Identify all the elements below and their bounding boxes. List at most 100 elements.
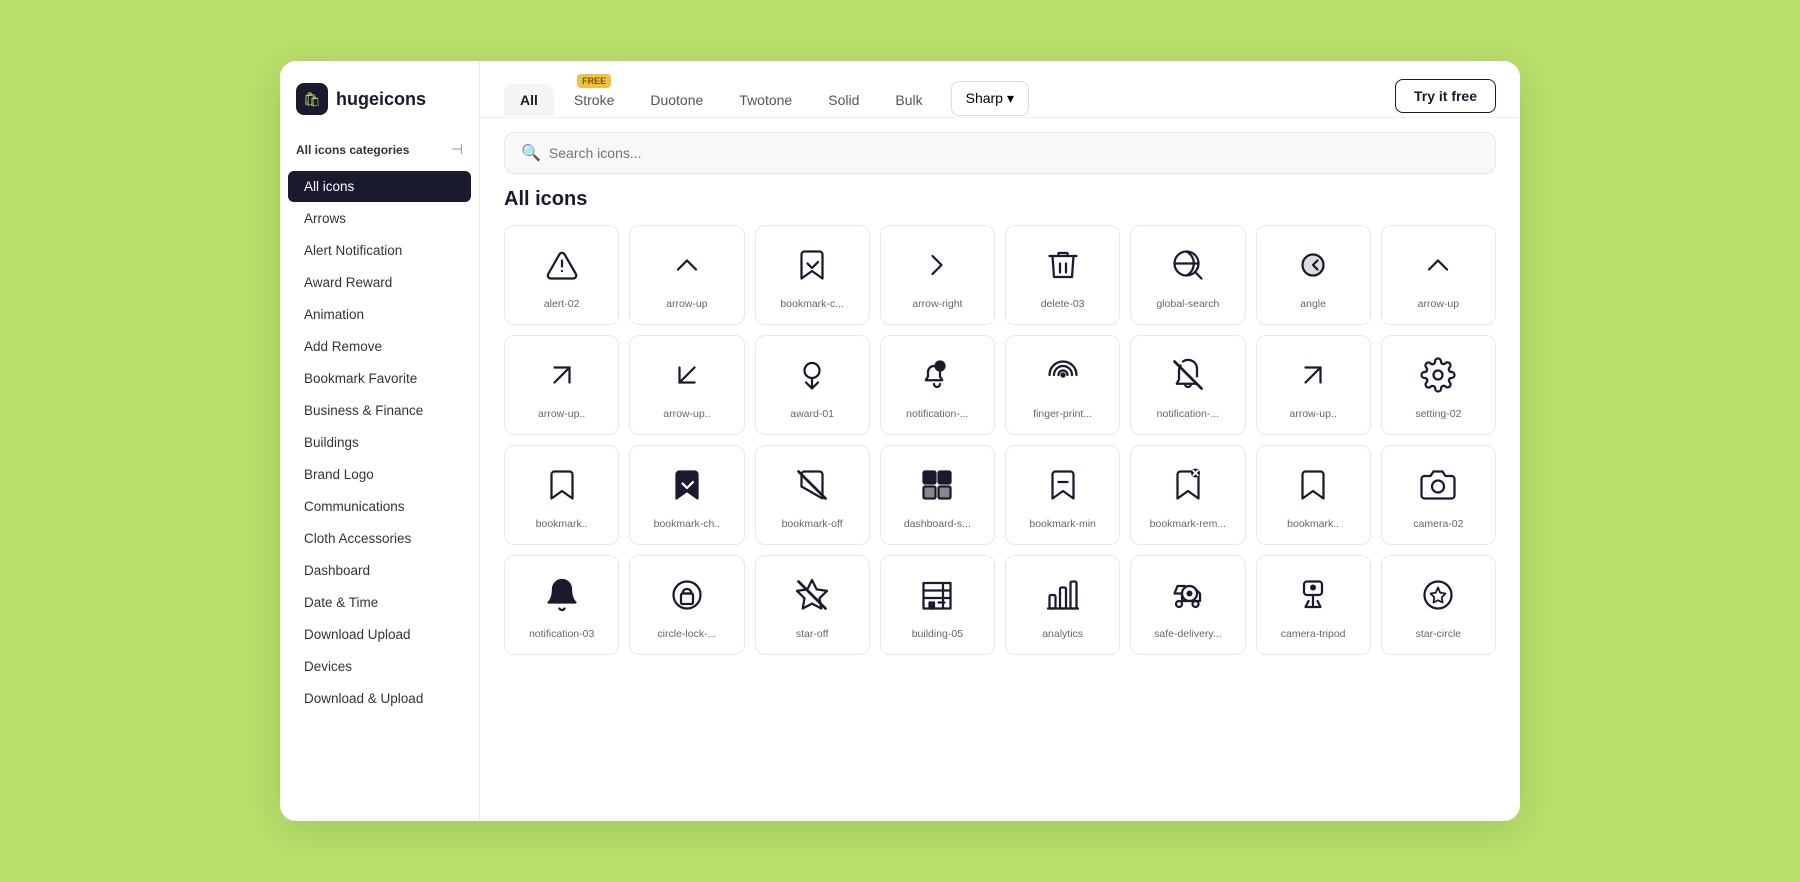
icon-card-26[interactable]: star-off: [755, 555, 870, 655]
icon-card-3[interactable]: arrow-right: [880, 225, 995, 325]
icon-card-6[interactable]: angle: [1256, 225, 1371, 325]
section-title: All icons: [480, 188, 1520, 225]
icon-svg-12: [1045, 357, 1081, 398]
icon-card-8[interactable]: arrow-up..: [504, 335, 619, 435]
icon-label-10: award-01: [764, 408, 861, 420]
icon-card-15[interactable]: setting-02: [1381, 335, 1496, 435]
icon-card-18[interactable]: bookmark-off: [755, 445, 870, 545]
icon-svg-18: [794, 467, 830, 508]
icon-card-29[interactable]: safe-delivery...: [1130, 555, 1245, 655]
icon-card-1[interactable]: arrow-up: [629, 225, 744, 325]
collapse-icon[interactable]: ⊣: [451, 141, 463, 158]
icon-label-2: bookmark-c...: [764, 298, 861, 310]
try-free-button[interactable]: Try it free: [1395, 79, 1496, 113]
tab-bulk[interactable]: Bulk: [879, 84, 938, 116]
chevron-down-icon: ▾: [1007, 90, 1014, 107]
icon-svg-24: [544, 577, 580, 618]
search-icon: 🔍: [521, 143, 541, 163]
sidebar-item-6[interactable]: Bookmark Favorite: [288, 363, 471, 394]
tab-duotone[interactable]: Duotone: [634, 84, 719, 116]
logo-area: 🛍 hugeicons: [280, 61, 479, 133]
sidebar-item-2[interactable]: Alert Notification: [288, 235, 471, 266]
icon-card-11[interactable]: notification-...: [880, 335, 995, 435]
icon-svg-22: [1295, 467, 1331, 508]
icon-card-22[interactable]: bookmark..: [1256, 445, 1371, 545]
icon-label-13: notification-...: [1139, 408, 1236, 420]
sidebar-item-13[interactable]: Date & Time: [288, 587, 471, 618]
icon-label-6: angle: [1265, 298, 1362, 310]
icon-svg-27: [919, 577, 955, 618]
icon-card-2[interactable]: bookmark-c...: [755, 225, 870, 325]
icon-card-31[interactable]: star-circle: [1381, 555, 1496, 655]
icon-label-25: circle-lock-...: [638, 628, 735, 640]
icon-card-20[interactable]: bookmark-min: [1005, 445, 1120, 545]
search-input[interactable]: [549, 145, 1479, 161]
icon-svg-3: [919, 247, 955, 288]
icon-card-5[interactable]: global-search: [1130, 225, 1245, 325]
icon-card-23[interactable]: camera-02: [1381, 445, 1496, 545]
sidebar-section-title: All icons categories: [296, 143, 409, 157]
search-bar: 🔍: [504, 132, 1496, 174]
icon-card-16[interactable]: bookmark..: [504, 445, 619, 545]
icon-card-27[interactable]: building-05: [880, 555, 995, 655]
icon-label-17: bookmark-ch..: [638, 518, 735, 530]
icon-card-28[interactable]: analytics: [1005, 555, 1120, 655]
icon-card-21[interactable]: bookmark-rem...: [1130, 445, 1245, 545]
icon-card-25[interactable]: circle-lock-...: [629, 555, 744, 655]
icon-svg-15: [1420, 357, 1456, 398]
tab-all[interactable]: All: [504, 84, 554, 116]
icon-label-23: camera-02: [1390, 518, 1487, 530]
icon-card-19[interactable]: dashboard-s...: [880, 445, 995, 545]
icon-svg-14: [1295, 357, 1331, 398]
icon-label-14: arrow-up..: [1265, 408, 1362, 420]
icon-svg-19: [919, 467, 955, 508]
icon-label-29: safe-delivery...: [1139, 628, 1236, 640]
icon-card-13[interactable]: notification-...: [1130, 335, 1245, 435]
topbar-right: Try it free: [1395, 79, 1496, 113]
icon-label-21: bookmark-rem...: [1139, 518, 1236, 530]
icon-card-12[interactable]: finger-print...: [1005, 335, 1120, 435]
icon-card-7[interactable]: arrow-up: [1381, 225, 1496, 325]
sidebar-item-3[interactable]: Award Reward: [288, 267, 471, 298]
icon-label-19: dashboard-s...: [889, 518, 986, 530]
icon-card-0[interactable]: alert-02: [504, 225, 619, 325]
icon-label-31: star-circle: [1390, 628, 1487, 640]
sidebar-item-1[interactable]: Arrows: [288, 203, 471, 234]
tab-stroke[interactable]: FREEStroke: [558, 84, 630, 116]
sharp-label: Sharp: [966, 90, 1003, 106]
icon-label-24: notification-03: [513, 628, 610, 640]
icon-svg-4: [1045, 247, 1081, 288]
icon-label-27: building-05: [889, 628, 986, 640]
icon-card-4[interactable]: delete-03: [1005, 225, 1120, 325]
sidebar-item-7[interactable]: Business & Finance: [288, 395, 471, 426]
sidebar-item-0[interactable]: All icons: [288, 171, 471, 202]
sidebar: 🛍 hugeicons All icons categories ⊣ All i…: [280, 61, 480, 821]
sidebar-item-14[interactable]: Download Upload: [288, 619, 471, 650]
tab-twotone[interactable]: Twotone: [723, 84, 808, 116]
icon-card-24[interactable]: notification-03: [504, 555, 619, 655]
main-content: AllFREEStrokeDuotoneTwotoneSolidBulk Shar…: [480, 61, 1520, 821]
sidebar-item-12[interactable]: Dashboard: [288, 555, 471, 586]
sidebar-item-11[interactable]: Cloth Accessories: [288, 523, 471, 554]
icon-svg-2: [794, 247, 830, 288]
icon-label-0: alert-02: [513, 298, 610, 310]
sidebar-item-9[interactable]: Brand Logo: [288, 459, 471, 490]
icon-card-9[interactable]: arrow-up..: [629, 335, 744, 435]
icon-card-17[interactable]: bookmark-ch..: [629, 445, 744, 545]
icon-label-26: star-off: [764, 628, 861, 640]
icon-svg-17: [669, 467, 705, 508]
icon-svg-23: [1420, 467, 1456, 508]
sidebar-item-16[interactable]: Download & Upload: [288, 683, 471, 714]
icon-label-12: finger-print...: [1014, 408, 1111, 420]
sidebar-item-4[interactable]: Animation: [288, 299, 471, 330]
sharp-dropdown-button[interactable]: Sharp▾: [951, 81, 1029, 116]
sidebar-item-8[interactable]: Buildings: [288, 427, 471, 458]
icon-card-30[interactable]: camera-tripod: [1256, 555, 1371, 655]
icon-svg-13: [1170, 357, 1206, 398]
sidebar-item-15[interactable]: Devices: [288, 651, 471, 682]
tab-solid[interactable]: Solid: [812, 84, 875, 116]
sidebar-item-5[interactable]: Add Remove: [288, 331, 471, 362]
icon-card-14[interactable]: arrow-up..: [1256, 335, 1371, 435]
sidebar-item-10[interactable]: Communications: [288, 491, 471, 522]
icon-card-10[interactable]: award-01: [755, 335, 870, 435]
